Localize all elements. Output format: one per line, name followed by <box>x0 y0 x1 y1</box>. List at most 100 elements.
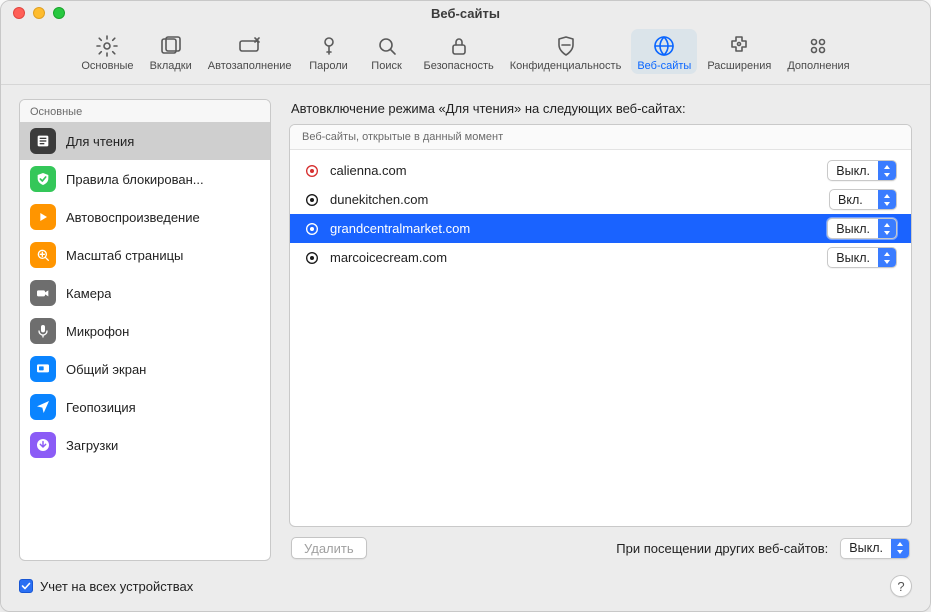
row-policy-value: Выкл. <box>828 164 878 178</box>
reader-icon <box>30 128 56 154</box>
chevron-updown-icon <box>878 248 896 267</box>
window-title: Веб-сайты <box>1 6 930 21</box>
sync-label: Учет на всех устройствах <box>40 579 193 594</box>
privacy-icon <box>552 33 580 59</box>
general-icon <box>93 33 121 59</box>
security-icon <box>445 33 473 59</box>
bottom-bar: Учет на всех устройствах ? <box>1 569 930 611</box>
toolbar-item-security[interactable]: Безопасность <box>418 29 500 74</box>
table-row[interactable]: calienna.com Выкл. <box>290 156 911 185</box>
favicon-icon <box>304 250 320 266</box>
toolbar-item-tabs[interactable]: Вкладки <box>144 29 198 74</box>
autoplay-icon <box>30 204 56 230</box>
sidebar-item-blockers[interactable]: Правила блокирован... <box>20 160 270 198</box>
toolbar-label: Поиск <box>371 60 401 72</box>
chevron-updown-icon <box>878 219 896 238</box>
table-actions: Удалить При посещении других веб-сайтов:… <box>289 527 912 561</box>
sidebar-item-label: Масштаб страницы <box>66 248 183 263</box>
search-icon <box>373 33 401 59</box>
table-row[interactable]: grandcentralmarket.com Выкл. <box>290 214 911 243</box>
default-policy-label: При посещении других веб-сайтов: <box>616 541 828 556</box>
toolbar-label: Автозаполнение <box>208 60 292 72</box>
sidebar-item-screen[interactable]: Общий экран <box>20 350 270 388</box>
advanced-icon <box>804 33 832 59</box>
sidebar-item-label: Автовоспроизведение <box>66 210 200 225</box>
content-area: Основные Для чтения Правила блокирован..… <box>1 85 930 611</box>
toolbar-item-advanced[interactable]: Дополнения <box>781 29 855 74</box>
screen-icon <box>30 356 56 382</box>
help-button[interactable]: ? <box>890 575 912 597</box>
toolbar-label: Расширения <box>707 60 771 72</box>
location-icon <box>30 394 56 420</box>
row-domain: marcoicecream.com <box>330 250 817 265</box>
titlebar: Веб-сайты <box>1 1 930 25</box>
websites-table: Веб-сайты, открытые в данный момент cali… <box>289 124 912 527</box>
table-rows[interactable]: calienna.com Выкл. dunekitchen.com Вкл. … <box>290 150 911 526</box>
table-row[interactable]: marcoicecream.com Выкл. <box>290 243 911 272</box>
preferences-toolbar: Основные Вкладки Автозаполнение Пароли П… <box>1 25 930 85</box>
sidebar-item-label: Геопозиция <box>66 400 136 415</box>
default-policy-select[interactable]: Выкл. <box>840 538 910 559</box>
sidebar-item-label: Правила блокирован... <box>66 172 204 187</box>
extensions-icon <box>725 33 753 59</box>
toolbar-item-autofill[interactable]: Автозаполнение <box>202 29 298 74</box>
sync-checkbox[interactable]: Учет на всех устройствах <box>19 579 193 594</box>
toolbar-item-websites[interactable]: Веб-сайты <box>631 29 697 74</box>
passwords-icon <box>315 33 343 59</box>
toolbar-item-search[interactable]: Поиск <box>360 29 414 74</box>
sidebar-item-autoplay[interactable]: Автовоспроизведение <box>20 198 270 236</box>
sidebar-item-label: Для чтения <box>66 134 134 149</box>
default-policy-value: Выкл. <box>841 541 891 555</box>
toolbar-label: Безопасность <box>424 60 494 72</box>
toolbar-label: Конфиденциальность <box>510 60 622 72</box>
row-domain: calienna.com <box>330 163 817 178</box>
main-heading: Автовключение режима «Для чтения» на сле… <box>289 99 912 124</box>
sidebar-item-zoom[interactable]: Масштаб страницы <box>20 236 270 274</box>
favicon-icon <box>304 192 320 208</box>
toolbar-item-general[interactable]: Основные <box>75 29 139 74</box>
table-section-open: Веб-сайты, открытые в данный момент <box>290 125 911 150</box>
row-policy-select[interactable]: Выкл. <box>827 247 897 268</box>
toolbar-label: Вкладки <box>150 60 192 72</box>
row-domain: grandcentralmarket.com <box>330 221 817 236</box>
sidebar-item-label: Общий экран <box>66 362 146 377</box>
main-pane: Автовключение режима «Для чтения» на сле… <box>289 99 912 561</box>
delete-button[interactable]: Удалить <box>291 537 367 559</box>
sidebar-item-label: Камера <box>66 286 111 301</box>
toolbar-label: Основные <box>81 60 133 72</box>
sidebar-item-camera[interactable]: Камера <box>20 274 270 312</box>
row-policy-value: Выкл. <box>828 251 878 265</box>
sidebar-item-microphone[interactable]: Микрофон <box>20 312 270 350</box>
sidebar-item-downloads[interactable]: Загрузки <box>20 426 270 464</box>
chevron-updown-icon <box>878 161 896 180</box>
toolbar-label: Пароли <box>309 60 348 72</box>
favicon-icon <box>304 163 320 179</box>
checkbox-icon <box>19 579 33 593</box>
toolbar-item-extensions[interactable]: Расширения <box>701 29 777 74</box>
table-row[interactable]: dunekitchen.com Вкл. <box>290 185 911 214</box>
favicon-icon <box>304 221 320 237</box>
row-policy-value: Вкл. <box>830 193 878 207</box>
sidebar-item-reader[interactable]: Для чтения <box>20 122 270 160</box>
blockers-icon <box>30 166 56 192</box>
sidebar-section-header: Основные <box>20 100 270 122</box>
toolbar-item-privacy[interactable]: Конфиденциальность <box>504 29 628 74</box>
row-policy-select[interactable]: Выкл. <box>827 218 897 239</box>
zoom-icon <box>30 242 56 268</box>
row-policy-select[interactable]: Вкл. <box>829 189 897 210</box>
websites-icon <box>650 33 678 59</box>
autofill-icon <box>236 33 264 59</box>
preferences-window: Веб-сайты Основные Вкладки Автозаполнени… <box>0 0 931 612</box>
sidebar: Основные Для чтения Правила блокирован..… <box>19 99 271 561</box>
camera-icon <box>30 280 56 306</box>
row-policy-select[interactable]: Выкл. <box>827 160 897 181</box>
toolbar-label: Веб-сайты <box>637 60 691 72</box>
sidebar-item-label: Загрузки <box>66 438 118 453</box>
toolbar-label: Дополнения <box>787 60 849 72</box>
sidebar-item-label: Микрофон <box>66 324 129 339</box>
sidebar-list[interactable]: Для чтения Правила блокирован... Автовос… <box>20 122 270 560</box>
chevron-updown-icon <box>878 190 896 209</box>
sidebar-item-location[interactable]: Геопозиция <box>20 388 270 426</box>
split-pane: Основные Для чтения Правила блокирован..… <box>1 85 930 569</box>
toolbar-item-passwords[interactable]: Пароли <box>302 29 356 74</box>
